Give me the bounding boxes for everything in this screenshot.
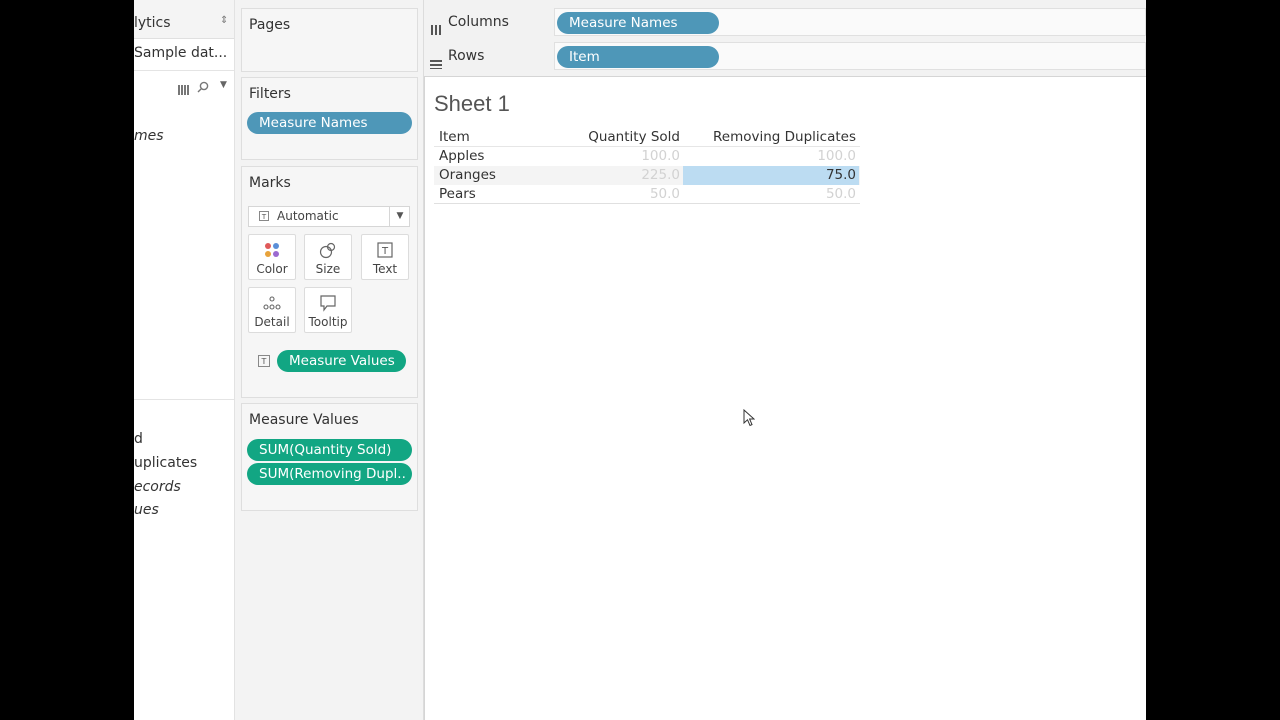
view-icon[interactable] [178, 80, 190, 99]
chevron-down-icon[interactable]: ▼ [220, 80, 227, 90]
marks-title: Marks [249, 175, 291, 191]
cell-removing-duplicates[interactable]: 50.0 [826, 186, 856, 202]
row-item-label[interactable]: Apples [439, 148, 484, 164]
tooltip-icon [305, 293, 351, 313]
header-quantity-sold[interactable]: Quantity Sold [588, 129, 680, 145]
columns-label: Columns [424, 8, 553, 36]
rows-icon [430, 51, 442, 79]
datasource-item[interactable]: Sample dat... [134, 45, 227, 61]
columns-rows-shelves: Columns Measure Names Rows Item [424, 0, 1146, 77]
detail-icon [249, 293, 295, 313]
cell-quantity-sold[interactable]: 225.0 [641, 167, 680, 183]
divider [134, 399, 234, 400]
shelves-column: Pages Filters Measure Names Marks T Auto… [235, 0, 424, 720]
data-pane: lytics ⇕ Sample dat... ▼ mes d uplicates… [134, 0, 235, 720]
header-item[interactable]: Item [439, 129, 470, 145]
filter-pill-measure-names[interactable]: Measure Names [247, 112, 412, 134]
pages-shelf[interactable]: Pages [241, 8, 418, 72]
crosstab: Item Quantity Sold Removing Duplicates A… [434, 127, 860, 204]
tableau-window: lytics ⇕ Sample dat... ▼ mes d uplicates… [134, 0, 1146, 720]
rows-pill-item[interactable]: Item [557, 46, 719, 68]
field-quantity-sold[interactable]: d [134, 431, 143, 447]
marks-tooltip-button[interactable]: Tooltip [304, 287, 352, 333]
row-item-label[interactable]: Oranges [439, 167, 496, 183]
color-label: Color [256, 262, 288, 276]
row-item-label[interactable]: Pears [439, 186, 476, 202]
analytics-tab-bar: lytics ⇕ [134, 0, 234, 39]
marks-card: Marks T Automatic ▼ Color Size T Text De… [241, 166, 418, 398]
cell-quantity-sold[interactable]: 100.0 [641, 148, 680, 164]
mark-type-dropdown[interactable]: T Automatic ▼ [248, 206, 410, 227]
measure-values-card: Measure Values SUM(Quantity Sold) SUM(Re… [241, 403, 418, 511]
tab-sort-icon[interactable]: ⇕ [220, 15, 228, 26]
mark-type-label: Automatic [277, 209, 339, 223]
cell-quantity-sold[interactable]: 50.0 [650, 186, 680, 202]
rows-label-text: Rows [448, 48, 485, 64]
table-row: Oranges 225.0 75.0 [434, 166, 860, 185]
field-measure-names[interactable]: mes [134, 128, 164, 144]
measure-pill-quantity-sold[interactable]: SUM(Quantity Sold) [247, 439, 412, 461]
cell-removing-duplicates[interactable]: 100.0 [817, 148, 856, 164]
detail-label: Detail [254, 315, 290, 329]
field-removing-duplicates[interactable]: uplicates [134, 455, 197, 471]
pages-title: Pages [249, 17, 291, 33]
table-row: Pears 50.0 50.0 [434, 185, 860, 204]
text-icon: T [362, 240, 408, 260]
svg-text:T: T [381, 246, 389, 257]
mouse-cursor-icon [743, 408, 756, 431]
text-encoding-icon[interactable]: T [258, 355, 270, 367]
marks-color-button[interactable]: Color [248, 234, 296, 280]
filters-shelf[interactable]: Filters Measure Names [241, 77, 418, 160]
columns-pill-measure-names[interactable]: Measure Names [557, 12, 719, 34]
header-removing-duplicates[interactable]: Removing Duplicates [713, 129, 856, 145]
divider [134, 70, 234, 71]
measure-values-title: Measure Values [249, 412, 359, 428]
text-mark-icon: T [259, 211, 269, 221]
columns-label-text: Columns [448, 14, 509, 30]
sheet-view[interactable]: Sheet 1 Item Quantity Sold Removing Dupl… [424, 77, 1146, 720]
chevron-down-icon[interactable]: ▼ [389, 207, 410, 226]
measure-pill-removing-duplicates[interactable]: SUM(Removing Dupl.. [247, 463, 412, 485]
size-label: Size [315, 262, 341, 276]
rows-label: Rows [424, 42, 553, 70]
field-number-of-records[interactable]: ecords [134, 479, 181, 495]
columns-icon [430, 17, 442, 45]
cell-removing-duplicates-selected[interactable]: 75.0 [826, 167, 856, 183]
size-icon [305, 240, 351, 260]
marks-size-button[interactable]: Size [304, 234, 352, 280]
text-label: Text [372, 262, 398, 276]
columns-drop-zone[interactable]: Measure Names [554, 8, 1146, 36]
search-icon[interactable] [197, 78, 209, 97]
table-row: Apples 100.0 100.0 [434, 147, 860, 166]
columns-shelf: Columns Measure Names [424, 8, 1146, 36]
color-icon [249, 240, 295, 260]
marks-text-button[interactable]: T Text [361, 234, 409, 280]
tooltip-label: Tooltip [308, 315, 348, 329]
field-measure-values[interactable]: ues [134, 502, 159, 518]
marks-detail-button[interactable]: Detail [248, 287, 296, 333]
analytics-tab[interactable]: lytics [134, 15, 171, 31]
marks-pill-measure-values[interactable]: Measure Values [277, 350, 406, 372]
sheet-title[interactable]: Sheet 1 [434, 91, 510, 117]
filters-title: Filters [249, 86, 291, 102]
rows-shelf: Rows Item [424, 42, 1146, 70]
rows-drop-zone[interactable]: Item [554, 42, 1146, 70]
